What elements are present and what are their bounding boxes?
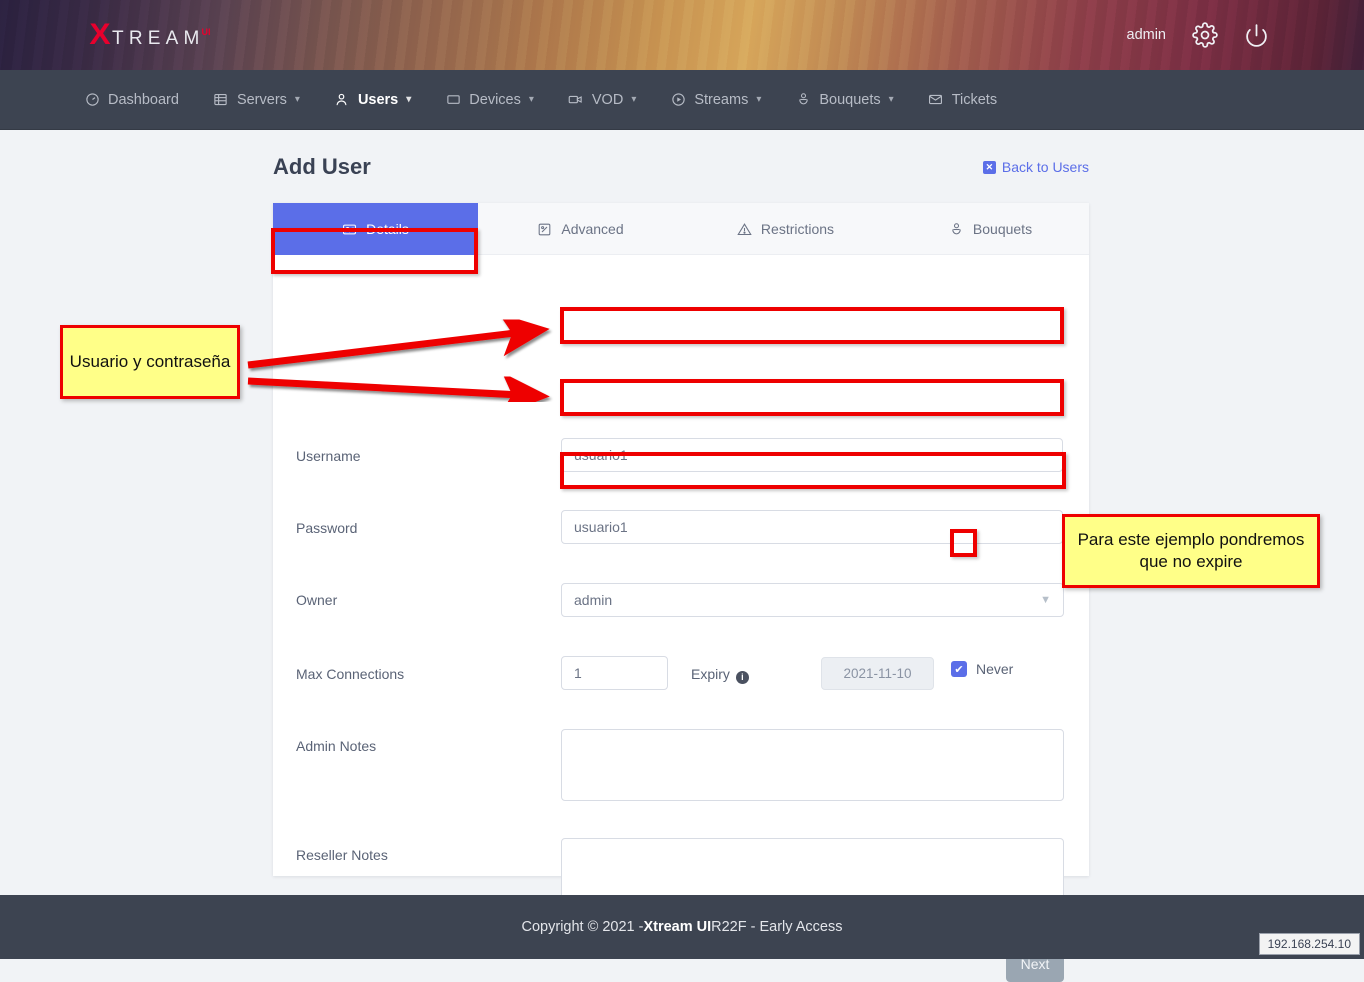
ip-address-badge: 192.168.254.10 xyxy=(1259,933,1360,955)
nav-item-servers[interactable]: Servers ▾ xyxy=(213,92,300,108)
header-username[interactable]: admin xyxy=(1127,27,1167,43)
chevron-down-icon: ▾ xyxy=(631,94,636,105)
user-icon xyxy=(334,92,350,108)
power-icon[interactable] xyxy=(1244,23,1269,48)
max-connections-input[interactable] xyxy=(561,656,668,690)
dashboard-icon xyxy=(84,92,100,108)
never-checkbox[interactable]: ✔ xyxy=(951,661,967,677)
app-logo[interactable]: X TREAM UI xyxy=(90,20,211,50)
id-card-icon xyxy=(342,222,357,237)
page-content: Add User ✕ Back to Users Details xyxy=(0,130,1364,895)
nav-label-tickets: Tickets xyxy=(952,92,997,108)
chevron-down-icon: ▾ xyxy=(889,94,894,105)
tab-strip: Details Advanced Restr xyxy=(273,203,1089,255)
nav-item-dashboard[interactable]: Dashboard xyxy=(84,92,179,108)
nav-item-vod[interactable]: VOD ▾ xyxy=(568,92,636,108)
header-user-area: admin xyxy=(1127,0,1270,70)
bouquet-icon xyxy=(949,222,964,237)
admin-notes-label: Admin Notes xyxy=(296,738,376,754)
nav-label-streams: Streams xyxy=(694,92,748,108)
play-circle-icon xyxy=(670,92,686,108)
nav-label-bouquets: Bouquets xyxy=(819,92,880,108)
footer-copyright-prefix: Copyright © 2021 - xyxy=(522,919,644,935)
password-field-wrap xyxy=(561,510,1063,544)
logo-x: X xyxy=(89,20,110,50)
bouquet-icon xyxy=(795,92,811,108)
username-input[interactable] xyxy=(561,438,1063,472)
max-connections-label: Max Connections xyxy=(296,666,404,682)
tab-label-details: Details xyxy=(366,221,409,237)
nav-item-devices[interactable]: Devices ▾ xyxy=(445,92,534,108)
servers-icon xyxy=(213,92,229,108)
expiry-date-wrap: 2021-11-10 xyxy=(821,657,934,690)
footer-brand: Xtream UI xyxy=(643,919,711,935)
expiry-date-input[interactable]: 2021-11-10 xyxy=(821,657,934,690)
nav-item-bouquets[interactable]: Bouquets ▾ xyxy=(795,92,893,108)
owner-label: Owner xyxy=(296,592,337,608)
chevron-down-icon: ▾ xyxy=(756,94,761,105)
chevron-down-icon: ▾ xyxy=(406,94,411,105)
nav-label-vod: VOD xyxy=(592,92,623,108)
tab-label-bouquets: Bouquets xyxy=(973,221,1032,237)
device-icon xyxy=(445,92,461,108)
admin-notes-wrap xyxy=(561,729,1064,806)
chevron-down-icon: ▾ xyxy=(529,94,534,105)
nav-item-tickets[interactable]: Tickets xyxy=(928,92,997,108)
warning-triangle-icon xyxy=(737,222,752,237)
x-square-icon: ✕ xyxy=(983,161,996,174)
expiry-label: Expiry xyxy=(691,666,730,682)
never-label: Never xyxy=(976,661,1013,677)
back-to-users-link[interactable]: ✕ Back to Users xyxy=(983,159,1089,175)
tab-label-advanced: Advanced xyxy=(561,221,623,237)
never-checkbox-wrap: ✔ Never xyxy=(951,661,1013,677)
owner-select-wrap: admin ▼ xyxy=(561,583,1064,617)
username-label: Username xyxy=(296,448,361,464)
admin-notes-textarea[interactable] xyxy=(561,729,1064,801)
nav-label-dashboard: Dashboard xyxy=(108,92,179,108)
password-input[interactable] xyxy=(561,510,1063,544)
tab-details[interactable]: Details xyxy=(273,203,478,255)
logo-text: TREAM xyxy=(112,29,205,48)
nav-label-users: Users xyxy=(358,92,398,108)
expiry-label-wrap: Expiryi xyxy=(691,666,749,683)
owner-select[interactable]: admin ▼ xyxy=(561,583,1064,617)
nav-item-users[interactable]: Users ▾ xyxy=(334,92,411,108)
page-header: Add User ✕ Back to Users xyxy=(273,154,1089,180)
back-link-label: Back to Users xyxy=(1002,159,1089,175)
reseller-notes-label: Reseller Notes xyxy=(296,847,388,863)
footer-copyright-suffix: R22F - Early Access xyxy=(711,919,842,935)
max-connections-wrap xyxy=(561,656,668,690)
nav-label-devices: Devices xyxy=(469,92,521,108)
username-field-wrap xyxy=(561,438,1063,472)
page-title: Add User xyxy=(273,154,371,180)
tab-restrictions[interactable]: Restrictions xyxy=(683,203,888,255)
nav-item-streams[interactable]: Streams ▾ xyxy=(670,92,761,108)
tab-bouquets[interactable]: Bouquets xyxy=(888,203,1093,255)
logo-superscript: UI xyxy=(202,27,211,37)
page-footer: Copyright © 2021 - Xtream UI R22F - Earl… xyxy=(0,895,1364,959)
video-icon xyxy=(568,92,584,108)
chevron-down-icon: ▾ xyxy=(295,94,300,105)
info-icon[interactable]: i xyxy=(736,671,749,684)
mail-icon xyxy=(928,92,944,108)
sliders-icon xyxy=(537,222,552,237)
nav-label-servers: Servers xyxy=(237,92,287,108)
app-header: X TREAM UI admin xyxy=(0,0,1364,70)
main-navigation: Dashboard Servers ▾ Users ▾ Devices ▾ xyxy=(0,70,1364,130)
owner-selected-value: admin xyxy=(574,592,612,608)
password-label: Password xyxy=(296,520,357,536)
tab-advanced[interactable]: Advanced xyxy=(478,203,683,255)
tab-label-restrictions: Restrictions xyxy=(761,221,834,237)
gear-icon[interactable] xyxy=(1192,22,1218,48)
chevron-down-icon: ▼ xyxy=(1040,594,1051,606)
